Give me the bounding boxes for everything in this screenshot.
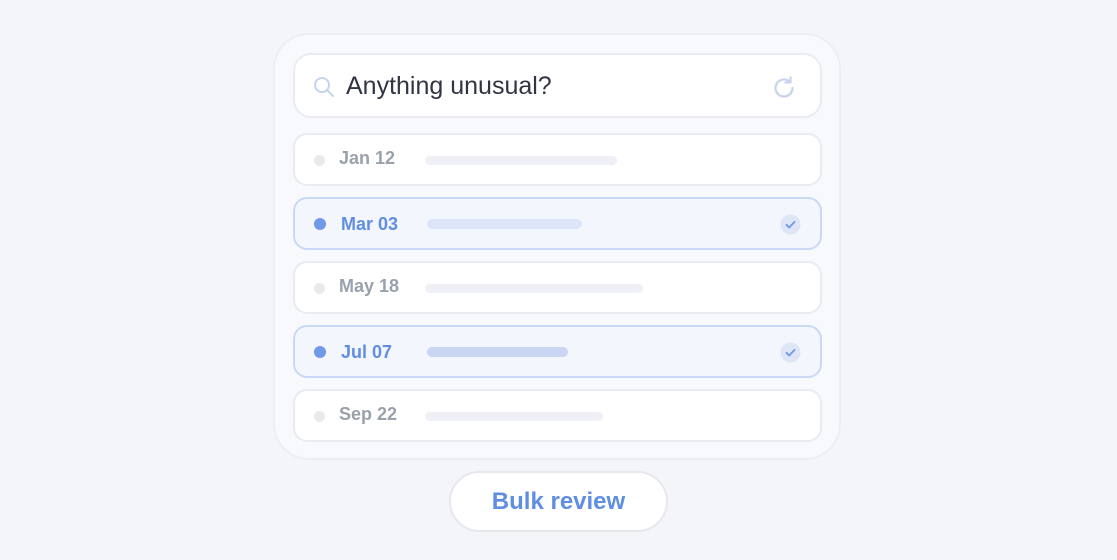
content-bar xyxy=(425,156,617,165)
search-icon xyxy=(314,77,334,97)
check-icon[interactable] xyxy=(780,342,801,363)
status-dot xyxy=(314,155,325,166)
list-item[interactable]: May 18 xyxy=(293,261,822,314)
bulk-review-button[interactable]: Bulk review xyxy=(449,471,668,532)
row-date: Jan 12 xyxy=(339,148,396,168)
row-date: May 18 xyxy=(339,276,400,296)
check-icon[interactable] xyxy=(780,214,801,235)
search-bar[interactable]: Anything unusual? xyxy=(293,53,822,118)
content-bar xyxy=(425,412,603,421)
row-date: Jul 07 xyxy=(341,342,393,362)
content-bar xyxy=(427,347,568,357)
status-dot xyxy=(314,411,325,422)
row-date: Sep 22 xyxy=(339,404,398,424)
status-dot xyxy=(314,218,326,230)
status-dot xyxy=(314,283,325,294)
row-date: Mar 03 xyxy=(341,214,399,234)
content-bar xyxy=(425,284,643,293)
content-bar xyxy=(427,219,582,229)
search-query[interactable]: Anything unusual? xyxy=(346,71,552,101)
refresh-icon[interactable] xyxy=(770,74,798,102)
list-item[interactable]: Sep 22 xyxy=(293,389,822,442)
list-item[interactable]: Jan 12 xyxy=(293,133,822,186)
list-item[interactable]: Jul 07 xyxy=(293,325,822,378)
list-item[interactable]: Mar 03 xyxy=(293,197,822,250)
status-dot xyxy=(314,346,326,358)
